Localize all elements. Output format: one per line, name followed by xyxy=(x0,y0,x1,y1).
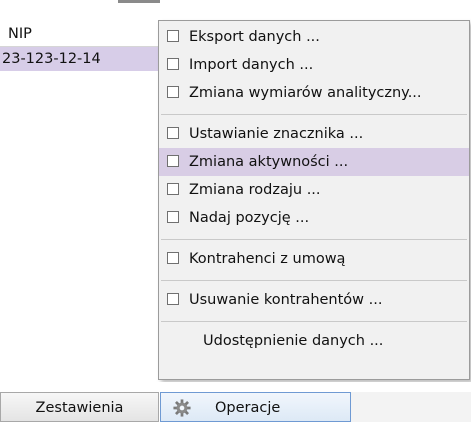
checkbox-icon xyxy=(167,155,179,167)
menu-separator xyxy=(161,321,467,322)
menu-item-eksport-danych[interactable]: Eksport danych ... xyxy=(159,23,469,51)
menu-item-label: Import danych ... xyxy=(189,57,314,73)
right-strip xyxy=(455,0,471,22)
menu-separator xyxy=(161,239,467,240)
bottom-toolbar: Zestawienia Operacje xyxy=(0,382,471,439)
column-header-nip[interactable]: NIP xyxy=(0,22,160,47)
table-row[interactable]: 23-123-12-14 xyxy=(0,47,160,71)
operacje-label: Operacje xyxy=(215,400,281,416)
menu-item-zmiana-rodzaju[interactable]: Zmiana rodzaju ... xyxy=(159,176,469,204)
menu-item-zmiana-aktywnosci[interactable]: Zmiana aktywności ... xyxy=(159,148,469,176)
menu-separator xyxy=(161,280,467,281)
menu-item-label: Udostępnienie danych ... xyxy=(203,333,384,349)
menu-item-label: Eksport danych ... xyxy=(189,29,320,45)
splitter-handle[interactable] xyxy=(118,0,160,3)
checkbox-icon xyxy=(167,30,179,42)
menu-item-ustawianie-znacznika[interactable]: Ustawianie znacznika ... xyxy=(159,120,469,148)
toolbar-empty-area xyxy=(351,392,471,422)
menu-item-zmiana-wymiarow[interactable]: Zmiana wymiarów analityczny... xyxy=(159,79,469,107)
operacje-button[interactable]: Operacje xyxy=(160,392,351,422)
menu-item-label: Kontrahenci z umową xyxy=(189,251,346,267)
data-grid: NIP 23-123-12-14 xyxy=(0,22,160,71)
checkbox-icon xyxy=(167,252,179,264)
menu-item-label: Zmiana rodzaju ... xyxy=(189,182,321,198)
zestawienia-button[interactable]: Zestawienia xyxy=(0,392,159,422)
menu-item-label: Zmiana aktywności ... xyxy=(189,154,349,170)
menu-item-import-danych[interactable]: Import danych ... xyxy=(159,51,469,79)
menu-item-label: Nadaj pozycję ... xyxy=(189,210,310,226)
checkbox-icon xyxy=(167,293,179,305)
menu-separator xyxy=(161,114,467,115)
checkbox-icon xyxy=(167,58,179,70)
checkbox-icon xyxy=(167,183,179,195)
gear-icon xyxy=(173,399,191,417)
checkbox-icon xyxy=(167,211,179,223)
menu-item-nadaj-pozycje[interactable]: Nadaj pozycję ... xyxy=(159,204,469,232)
menu-item-label: Ustawianie znacznika ... xyxy=(189,126,364,142)
menu-item-label: Usuwanie kontrahentów ... xyxy=(189,292,383,308)
window-top-strip xyxy=(0,0,471,22)
checkbox-icon xyxy=(167,86,179,98)
menu-item-label: Zmiana wymiarów analityczny... xyxy=(189,85,422,101)
menu-item-usuwanie-kontrahentow[interactable]: Usuwanie kontrahentów ... xyxy=(159,286,469,314)
operations-context-menu: Eksport danych ... Import danych ... Zmi… xyxy=(158,20,470,380)
checkbox-icon xyxy=(167,127,179,139)
menu-item-udostepnienie-danych[interactable]: Udostępnienie danych ... xyxy=(159,327,469,355)
menu-item-kontrahenci-z-umowa[interactable]: Kontrahenci z umową xyxy=(159,245,469,273)
